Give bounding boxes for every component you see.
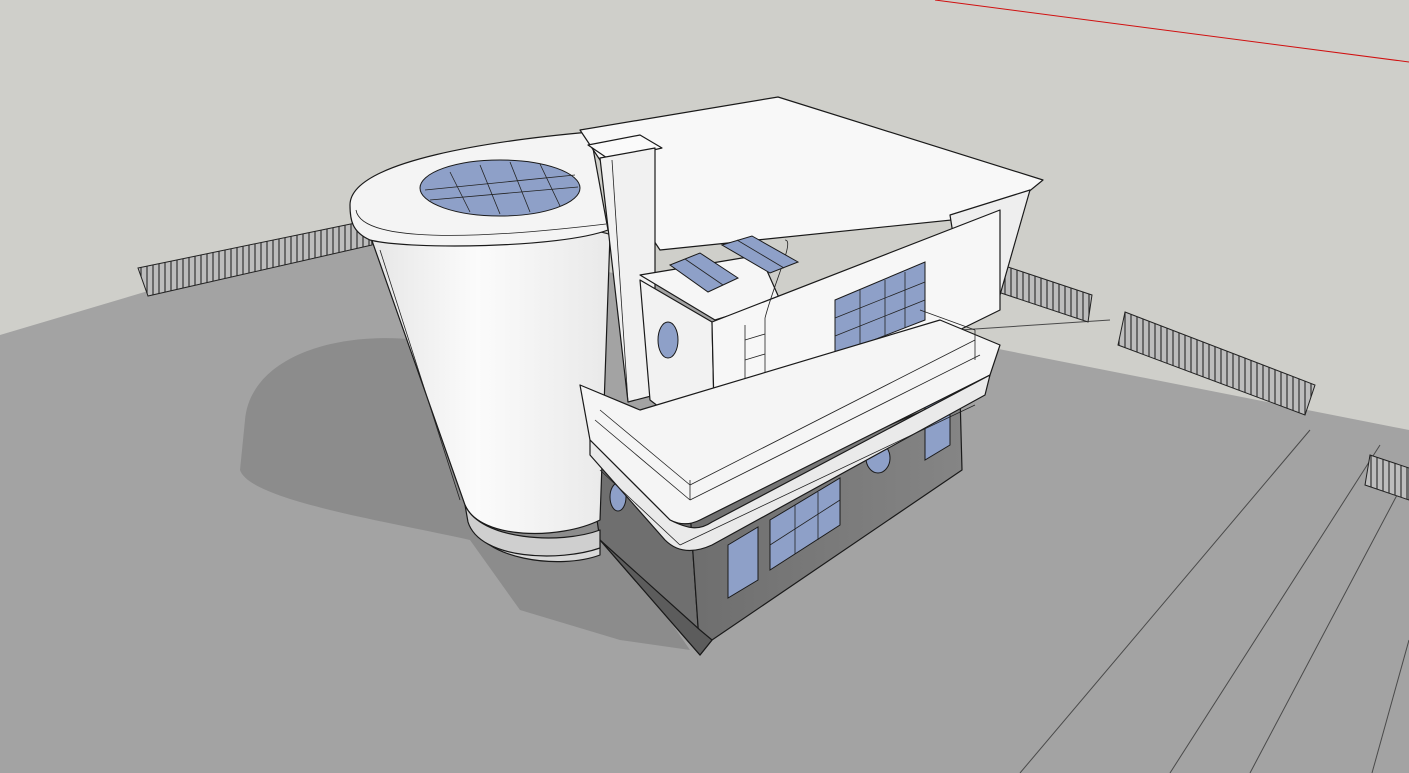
red-axis-line: [934, 0, 1409, 63]
model-viewport[interactable]: [0, 0, 1409, 773]
porthole-window: [657, 321, 679, 359]
fence-right-near: [997, 264, 1093, 323]
house-model-scene[interactable]: [0, 0, 1409, 773]
